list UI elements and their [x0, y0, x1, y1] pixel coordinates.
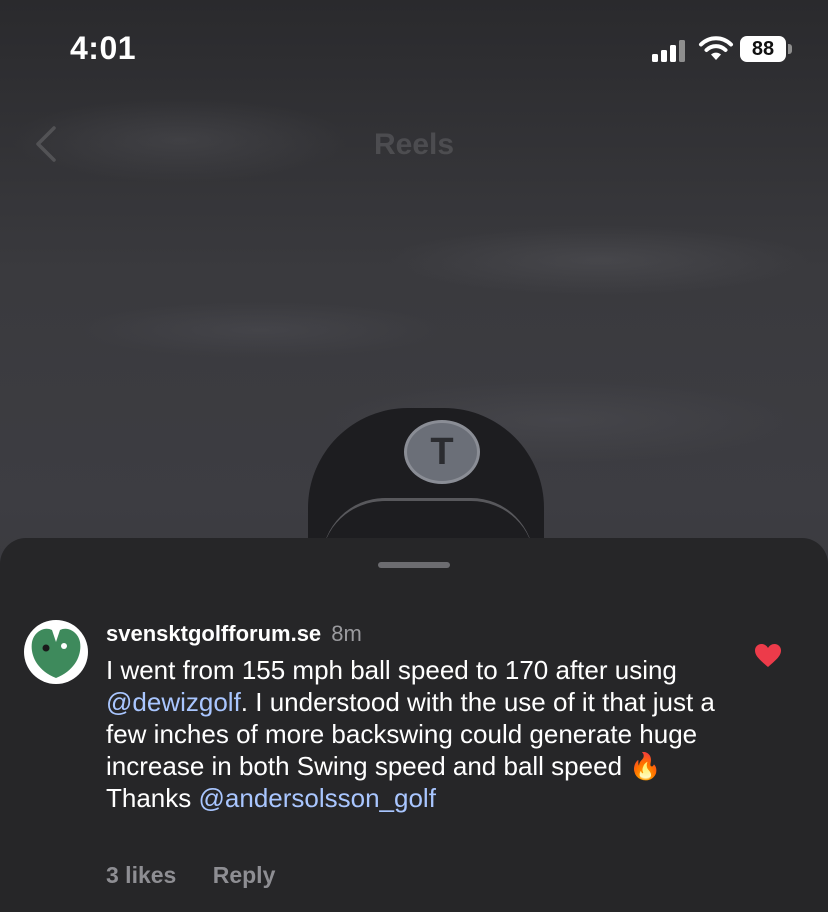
cap-logo: T — [404, 420, 480, 484]
mention-link[interactable]: @dewizgolf — [106, 687, 241, 717]
fire-emoji: 🔥 — [629, 751, 662, 781]
comment-username[interactable]: svensktgolfforum.se — [106, 621, 321, 646]
comment-text-part: I went from 155 mph ball speed to 170 af… — [106, 655, 677, 685]
status-time: 4:01 — [70, 30, 137, 66]
comment-text-part: Thanks — [106, 783, 199, 813]
avatar-logo-icon — [31, 628, 81, 678]
comments-sheet: svensktgolfforum.se 8m I went from 155 m… — [0, 538, 828, 912]
likes-count-button[interactable]: 3 likes — [106, 862, 176, 888]
cellular-signal-icon — [652, 40, 685, 62]
like-heart-icon[interactable] — [755, 644, 781, 668]
comment-timestamp: 8m — [331, 621, 362, 646]
reply-button[interactable]: Reply — [213, 862, 276, 888]
page-title: Reels — [373, 128, 455, 161]
mention-link[interactable]: @andersolsson_golf — [199, 783, 436, 813]
wifi-icon — [699, 36, 733, 60]
avatar[interactable] — [24, 620, 88, 684]
battery-indicator: 88 — [740, 36, 786, 62]
status-bar: 4:01 88 — [0, 0, 828, 100]
battery-tip — [788, 44, 792, 54]
comment-actions: 3 likes Reply — [106, 862, 305, 889]
comment: svensktgolfforum.se 8m I went from 155 m… — [106, 620, 726, 814]
sheet-drag-handle[interactable] — [378, 562, 450, 568]
cap-logo-letter: T — [430, 431, 454, 473]
comment-text: I went from 155 mph ball speed to 170 af… — [106, 654, 726, 814]
comment-meta: svensktgolfforum.se 8m — [106, 620, 726, 648]
